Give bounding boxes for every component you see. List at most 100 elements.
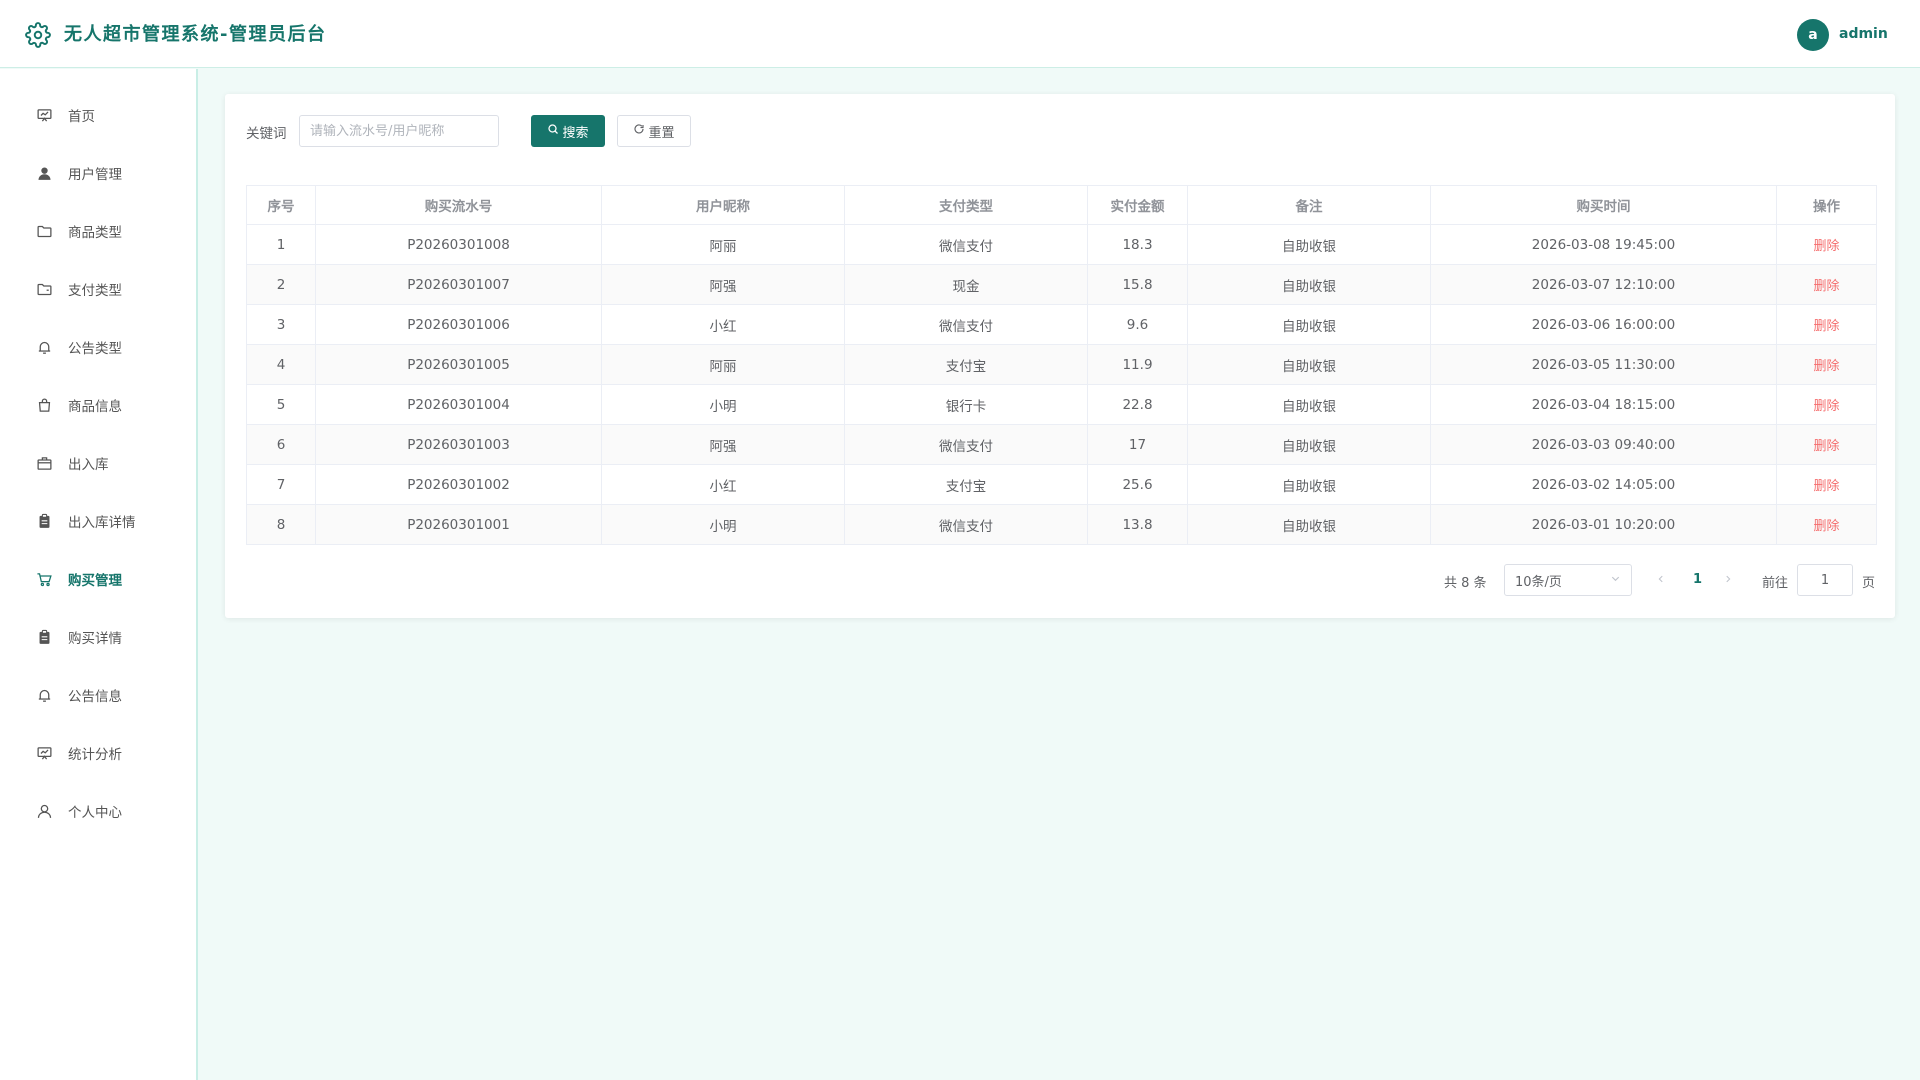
delete-button[interactable]: 删除 (1813, 239, 1839, 254)
cell-action: 删除 (1776, 504, 1877, 545)
cell-no: 6 (246, 424, 316, 465)
sidebar-item-notice-types[interactable]: 公告类型 (0, 323, 196, 371)
cell-nickname: 阿丽 (601, 224, 845, 265)
cell-pay-type: 支付宝 (844, 344, 1088, 385)
table-row: 6 P20260301003 阿强 微信支付 17 自助收银 2026-03-0… (246, 424, 1877, 465)
table-row: 7 P20260301002 小红 支付宝 25.6 自助收银 2026-03-… (246, 464, 1877, 505)
sidebar-item-label: 出入库 (68, 457, 109, 473)
delete-button[interactable]: 删除 (1813, 439, 1839, 454)
cell-no: 4 (246, 344, 316, 385)
page-size-select[interactable]: 10条/页 (1504, 564, 1632, 596)
goto-label: 前往 (1762, 576, 1789, 591)
sidebar-item-statistics[interactable]: 统计分析 (0, 729, 196, 777)
page-size-value: 10条/页 (1515, 574, 1562, 590)
avatar[interactable]: a (1797, 19, 1829, 51)
column-header: 备注 (1187, 185, 1431, 225)
cell-remark: 自助收银 (1187, 384, 1431, 425)
table-row: 3 P20260301006 小红 微信支付 9.6 自助收银 2026-03-… (246, 304, 1877, 345)
delete-button[interactable]: 删除 (1813, 519, 1839, 534)
prev-page-button[interactable] (1656, 570, 1666, 589)
folder-icon (35, 222, 53, 240)
cell-action: 删除 (1776, 384, 1877, 425)
keyword-label: 关键词 (246, 126, 287, 142)
goto-page-input[interactable] (1797, 564, 1853, 596)
cell-time: 2026-03-08 19:45:00 (1430, 224, 1777, 265)
cell-serial: P20260301007 (315, 264, 602, 305)
main-card: 关键词 搜索 重置 序号 购买流水号 用户昵称 支付类型 实付金额 备注 购买时… (225, 94, 1895, 618)
sidebar-item-label: 购买管理 (68, 573, 122, 589)
shopping-cart-icon (35, 570, 53, 588)
sidebar-item-users[interactable]: 用户管理 (0, 149, 196, 197)
cell-amount: 18.3 (1087, 224, 1188, 265)
page-number-1[interactable]: 1 (1693, 572, 1702, 587)
cell-amount: 11.9 (1087, 344, 1188, 385)
cell-serial: P20260301002 (315, 464, 602, 505)
sidebar-item-payment-types[interactable]: 支付类型 (0, 265, 196, 313)
pagination-total: 共 8 条 (1444, 576, 1487, 591)
column-header: 实付金额 (1087, 185, 1188, 225)
sidebar-item-purchase-details[interactable]: 购买详情 (0, 613, 196, 661)
search-icon (547, 123, 559, 139)
cell-serial: P20260301006 (315, 304, 602, 345)
delete-button[interactable]: 删除 (1813, 359, 1839, 374)
table-header-row: 序号 购买流水号 用户昵称 支付类型 实付金额 备注 购买时间 操作 (246, 185, 1877, 225)
cell-pay-type: 微信支付 (844, 504, 1088, 545)
cell-pay-type: 微信支付 (844, 304, 1088, 345)
sidebar-item-label: 用户管理 (68, 167, 122, 183)
sidebar-item-label: 统计分析 (68, 747, 122, 763)
cell-no: 7 (246, 464, 316, 505)
refresh-icon (633, 123, 645, 139)
cell-no: 2 (246, 264, 316, 305)
bell-icon (35, 686, 53, 704)
cell-time: 2026-03-01 10:20:00 (1430, 504, 1777, 545)
table-row: 2 P20260301007 阿强 现金 15.8 自助收银 2026-03-0… (246, 264, 1877, 305)
cell-time: 2026-03-05 11:30:00 (1430, 344, 1777, 385)
sidebar-item-products[interactable]: 商品信息 (0, 381, 196, 429)
cell-action: 删除 (1776, 424, 1877, 465)
delete-button[interactable]: 删除 (1813, 399, 1839, 414)
delete-button[interactable]: 删除 (1813, 479, 1839, 494)
sidebar-item-purchases[interactable]: 购买管理 (0, 555, 196, 603)
next-page-button[interactable] (1723, 570, 1733, 589)
cell-remark: 自助收银 (1187, 224, 1431, 265)
delete-button[interactable]: 删除 (1813, 319, 1839, 334)
username[interactable]: admin (1839, 26, 1888, 42)
table-row: 8 P20260301001 小明 微信支付 13.8 自助收银 2026-03… (246, 504, 1877, 545)
cell-amount: 17 (1087, 424, 1188, 465)
column-header: 购买时间 (1430, 185, 1777, 225)
clipboard-icon (35, 512, 53, 530)
cell-no: 5 (246, 384, 316, 425)
search-button-label: 搜索 (562, 125, 589, 141)
cell-serial: P20260301008 (315, 224, 602, 265)
sidebar-item-notices[interactable]: 公告信息 (0, 671, 196, 719)
cell-pay-type: 银行卡 (844, 384, 1088, 425)
cell-action: 删除 (1776, 264, 1877, 305)
shopping-bag-icon (35, 396, 53, 414)
delete-button[interactable]: 删除 (1813, 279, 1839, 294)
sidebar-item-label: 首页 (68, 109, 95, 125)
column-header: 用户昵称 (601, 185, 845, 225)
cell-amount: 25.6 (1087, 464, 1188, 505)
sidebar-item-profile[interactable]: 个人中心 (0, 787, 196, 835)
sidebar-item-stock-details[interactable]: 出入库详情 (0, 497, 196, 545)
clipboard-icon (35, 628, 53, 646)
sidebar-item-home[interactable]: 首页 (0, 91, 196, 139)
cell-nickname: 小红 (601, 464, 845, 505)
cell-pay-type: 微信支付 (844, 424, 1088, 465)
sidebar-item-product-types[interactable]: 商品类型 (0, 207, 196, 255)
table-row: 5 P20260301004 小明 银行卡 22.8 自助收银 2026-03-… (246, 384, 1877, 425)
cell-serial: P20260301003 (315, 424, 602, 465)
cell-remark: 自助收银 (1187, 304, 1431, 345)
search-button[interactable]: 搜索 (531, 115, 605, 147)
cell-remark: 自助收银 (1187, 424, 1431, 465)
sidebar-item-stock[interactable]: 出入库 (0, 439, 196, 487)
cell-action: 删除 (1776, 224, 1877, 265)
cell-no: 8 (246, 504, 316, 545)
cell-nickname: 小明 (601, 504, 845, 545)
chevron-down-icon (1610, 573, 1621, 588)
table-row: 1 P20260301008 阿丽 微信支付 18.3 自助收银 2026-03… (246, 224, 1877, 265)
sidebar-item-label: 支付类型 (68, 283, 122, 299)
search-input[interactable] (299, 115, 499, 147)
reset-button[interactable]: 重置 (617, 115, 691, 147)
cell-pay-type: 微信支付 (844, 224, 1088, 265)
